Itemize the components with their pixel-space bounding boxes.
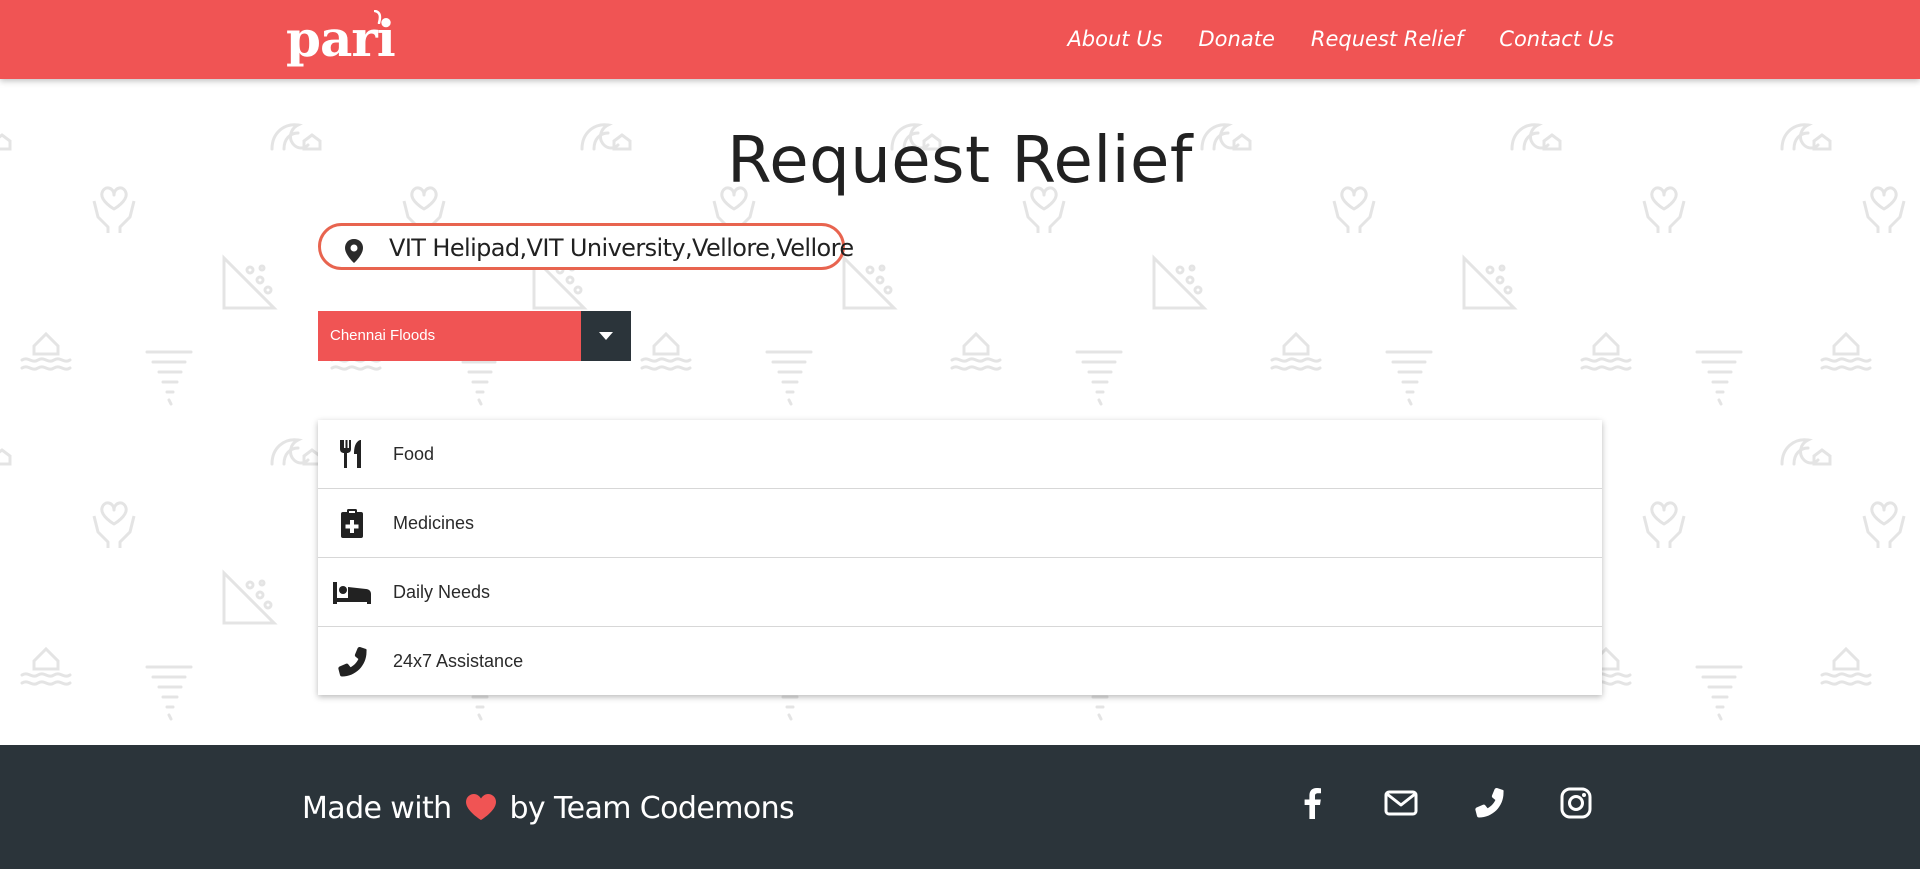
phone-icon — [338, 646, 367, 677]
caret-down-icon — [599, 332, 613, 340]
phone-icon[interactable] — [1470, 785, 1506, 821]
footer-credit: Made with by Team Codemons — [302, 789, 795, 829]
bed-icon — [333, 582, 371, 604]
disaster-select[interactable]: Chennai Floods — [318, 311, 631, 361]
heart-icon — [465, 794, 496, 820]
logo[interactable]: pari — [286, 8, 396, 70]
disaster-select-value: Chennai Floods — [318, 311, 581, 361]
footer: Made with by Team Codemons — [0, 745, 1920, 869]
nav-donate[interactable]: Donate — [1199, 24, 1275, 54]
location-field[interactable]: VIT Helipad,VIT University,Vellore,Vello… — [318, 223, 854, 270]
relief-option-medicines[interactable]: Medicines — [318, 489, 1602, 558]
logo-accent-icon — [374, 10, 382, 24]
relief-option-daily-needs[interactable]: Daily Needs — [318, 558, 1602, 627]
envelope-icon[interactable] — [1383, 785, 1419, 821]
nav-about-us[interactable]: About Us — [1067, 24, 1162, 54]
relief-option-label: Medicines — [393, 513, 475, 533]
footer-text-after: by Team Codemons — [509, 791, 795, 826]
relief-option-label: Food — [393, 444, 435, 464]
main-nav: About Us Donate Request Relief Contact U… — [1067, 24, 1614, 54]
relief-options-list: Food Medicines Daily Needs 24x7 Assistan… — [318, 420, 1602, 695]
disaster-select-toggle[interactable] — [581, 311, 631, 361]
nav-contact-us[interactable]: Contact Us — [1499, 24, 1614, 54]
footer-text-before: Made with — [302, 791, 452, 826]
utensils-icon — [340, 440, 361, 468]
location-value: VIT Helipad,VIT University,Vellore,Vello… — [389, 234, 854, 262]
facebook-icon[interactable] — [1295, 785, 1331, 821]
instagram-icon[interactable] — [1558, 785, 1594, 821]
navbar: pari About Us Donate Request Relief Cont… — [0, 0, 1920, 79]
medical-clipboard-icon — [341, 509, 363, 538]
relief-option-label: Daily Needs — [393, 582, 491, 602]
relief-option-24x7-assistance[interactable]: 24x7 Assistance — [318, 627, 1602, 695]
page-title: Request Relief — [727, 124, 1193, 198]
relief-option-food[interactable]: Food — [318, 420, 1602, 489]
nav-request-relief[interactable]: Request Relief — [1311, 24, 1463, 54]
map-pin-icon — [345, 239, 363, 263]
relief-option-label: 24x7 Assistance — [393, 651, 524, 671]
